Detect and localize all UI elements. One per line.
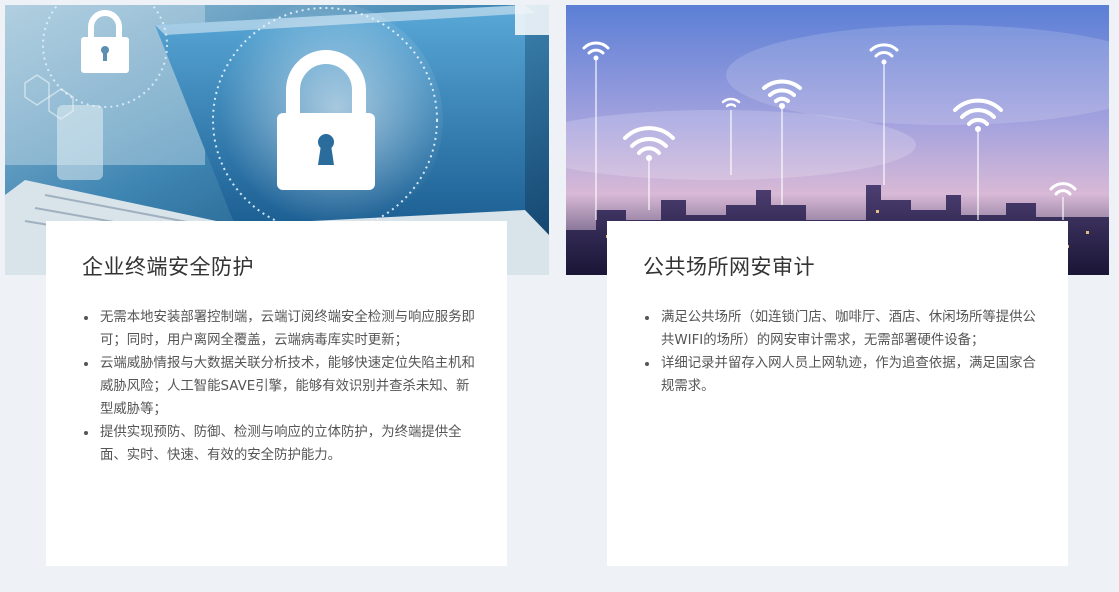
list-item: 详细记录并留存入网人员上网轨迹，作为追查依据，满足国家合规需求。 (643, 352, 1038, 398)
solution-card-endpoint-security[interactable]: 企业终端安全防护 无需本地安装部署控制端，云端订阅终端安全检测与响应服务即可；同… (5, 0, 549, 592)
list-item: 提供实现预防、防御、检测与响应的立体防护，为终端提供全面、实时、快速、有效的安全… (82, 421, 477, 467)
solution-card-public-wifi-audit[interactable]: 公共场所网安审计 满足公共场所（如连锁门店、咖啡厅、酒店、休闲场所等提供公共WI… (566, 0, 1109, 592)
public-wifi-panel: 公共场所网安审计 满足公共场所（如连锁门店、咖啡厅、酒店、休闲场所等提供公共WI… (607, 221, 1068, 566)
feature-list: 满足公共场所（如连锁门店、咖啡厅、酒店、休闲场所等提供公共WIFI的场所）的网安… (643, 306, 1038, 398)
list-item: 云端威胁情报与大数据关联分析技术，能够快速定位失陷主机和威胁风险；人工智能SAV… (82, 352, 477, 421)
card-title: 公共场所网安审计 (643, 255, 815, 279)
endpoint-security-panel: 企业终端安全防护 无需本地安装部署控制端，云端订阅终端安全检测与响应服务即可；同… (46, 221, 507, 566)
card-title: 企业终端安全防护 (82, 255, 254, 279)
feature-list: 无需本地安装部署控制端，云端订阅终端安全检测与响应服务即可；同时，用户离网全覆盖… (82, 306, 477, 467)
list-item: 满足公共场所（如连锁门店、咖啡厅、酒店、休闲场所等提供公共WIFI的场所）的网安… (643, 306, 1038, 352)
list-item: 无需本地安装部署控制端，云端订阅终端安全检测与响应服务即可；同时，用户离网全覆盖… (82, 306, 477, 352)
